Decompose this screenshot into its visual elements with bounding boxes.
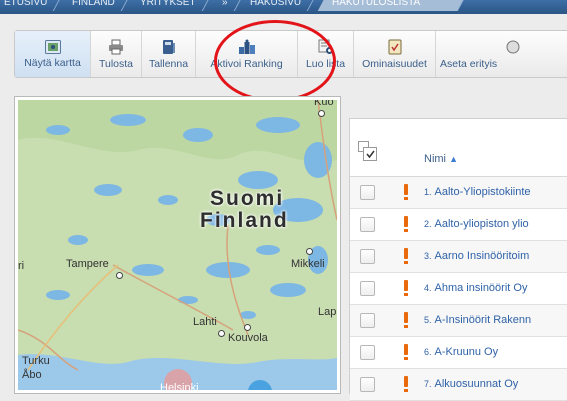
row-checkbox[interactable] [360, 313, 375, 328]
list-icon [318, 39, 334, 55]
column-header-name[interactable]: Nimi ▲︎ [424, 153, 458, 165]
set-special-button[interactable]: Aseta erityis [436, 31, 566, 77]
company-link[interactable]: 2. Aalto-yliopiston ylio [424, 218, 529, 230]
breadcrumb-item-hakusivu[interactable]: HAKUSIVU [235, 0, 317, 11]
warning-icon [404, 248, 408, 264]
save-icon [161, 39, 177, 55]
properties-icon [388, 39, 402, 55]
warning-icon [404, 280, 408, 296]
map-terrain [18, 100, 337, 390]
breadcrumb-item-finland[interactable]: FINLAND [57, 0, 131, 11]
table-body: 1. Aalto-Yliopistokiinte 2. Aalto-yliopist… [350, 177, 567, 401]
warning-icon [404, 216, 408, 232]
map-panel: Suomi Finland Tampere Mikkeli Lahti Kouv… [14, 96, 341, 394]
company-link[interactable]: 6. A-Kruunu Oy [424, 346, 498, 358]
city-marker-kouvola [244, 324, 251, 331]
row-checkbox[interactable] [360, 377, 375, 392]
special-icon [506, 39, 520, 55]
city-label-abo: Åbo [22, 369, 42, 381]
activate-ranking-button[interactable]: Aktivoi Ranking [196, 31, 298, 77]
row-checkbox[interactable] [360, 217, 375, 232]
breadcrumb-item-etusivu[interactable]: ETUSIVU [0, 0, 63, 11]
table-header: Nimi ▲︎ [350, 119, 567, 177]
properties-button[interactable]: Ominaisuudet [354, 31, 436, 77]
create-list-button[interactable]: Luo lista [298, 31, 354, 77]
city-label-tampere: Tampere [66, 258, 109, 270]
breadcrumb-item-yritykset[interactable]: YRITYKSET [125, 0, 211, 11]
city-label-ri: ri [18, 260, 25, 272]
select-all-checkbox[interactable] [358, 141, 378, 168]
sort-icon: ▲︎ [449, 154, 458, 164]
warning-icon [404, 376, 408, 392]
city-label-helsinki: Helsinki [160, 382, 199, 390]
table-row: 6. A-Kruunu Oy [350, 337, 567, 369]
company-link[interactable]: 5. A-Insinöörit Rakenn [424, 314, 531, 326]
city-label-lap: Lap [318, 306, 337, 318]
printer-icon [108, 39, 124, 55]
warning-icon [404, 344, 408, 360]
city-label-lahti: Lahti [193, 316, 217, 328]
city-label-turku: Turku [22, 355, 50, 367]
table-row: 4. Ahma insinöörit Oy [350, 273, 567, 305]
ranking-icon [238, 39, 256, 55]
company-link[interactable]: 3. Aarno Insinööritoim [424, 250, 529, 262]
table-row: 2. Aalto-yliopiston ylio [350, 209, 567, 241]
table-row: 1. Aalto-Yliopistokiinte [350, 177, 567, 209]
save-button[interactable]: Tallenna [142, 31, 196, 77]
show-map-button[interactable]: Näytä kartta [15, 31, 91, 77]
table-row: 7. Alkuosuunnat Oy [350, 369, 567, 401]
city-marker-lahti [218, 330, 225, 337]
map-view[interactable]: Suomi Finland Tampere Mikkeli Lahti Kouv… [18, 100, 337, 390]
country-name-en: Finland [200, 209, 289, 232]
city-marker-mikkeli [306, 248, 313, 255]
city-marker-kuo [318, 110, 325, 117]
company-link[interactable]: 1. Aalto-Yliopistokiinte [424, 186, 531, 198]
company-link[interactable]: 7. Alkuosuunnat Oy [424, 378, 518, 390]
city-marker-tampere [116, 272, 123, 279]
company-link[interactable]: 4. Ahma insinöörit Oy [424, 282, 527, 294]
city-label-kuo: Kuo [314, 100, 334, 108]
table-row: 5. A-Insinöörit Rakenn [350, 305, 567, 337]
show-map-label: Näytä kartta [24, 56, 81, 69]
warning-icon [404, 312, 408, 328]
country-name-fi: Suomi [210, 187, 285, 210]
row-checkbox[interactable] [360, 345, 375, 360]
city-label-mikkeli: Mikkeli [291, 258, 325, 270]
row-checkbox[interactable] [360, 185, 375, 200]
breadcrumb: ETUSIVU FINLAND YRITYKSET » HAKUSIVU HAK… [0, 0, 567, 14]
print-button[interactable]: Tulosta [91, 31, 142, 77]
results-table: Nimi ▲︎ 1. Aalto-Yliopistokiinte 2. Aalto-… [349, 118, 567, 401]
row-checkbox[interactable] [360, 281, 375, 296]
map-icon [44, 39, 61, 54]
row-checkbox[interactable] [360, 249, 375, 264]
toolbar: Näytä kartta Tulosta Tallenna Aktivoi Ra… [14, 30, 567, 78]
warning-icon [404, 184, 408, 200]
breadcrumb-item-hakutuloslista: HAKUTULOSLISTA [317, 0, 467, 11]
table-row: 3. Aarno Insinööritoim [350, 241, 567, 273]
city-label-kouvola: Kouvola [228, 332, 268, 344]
